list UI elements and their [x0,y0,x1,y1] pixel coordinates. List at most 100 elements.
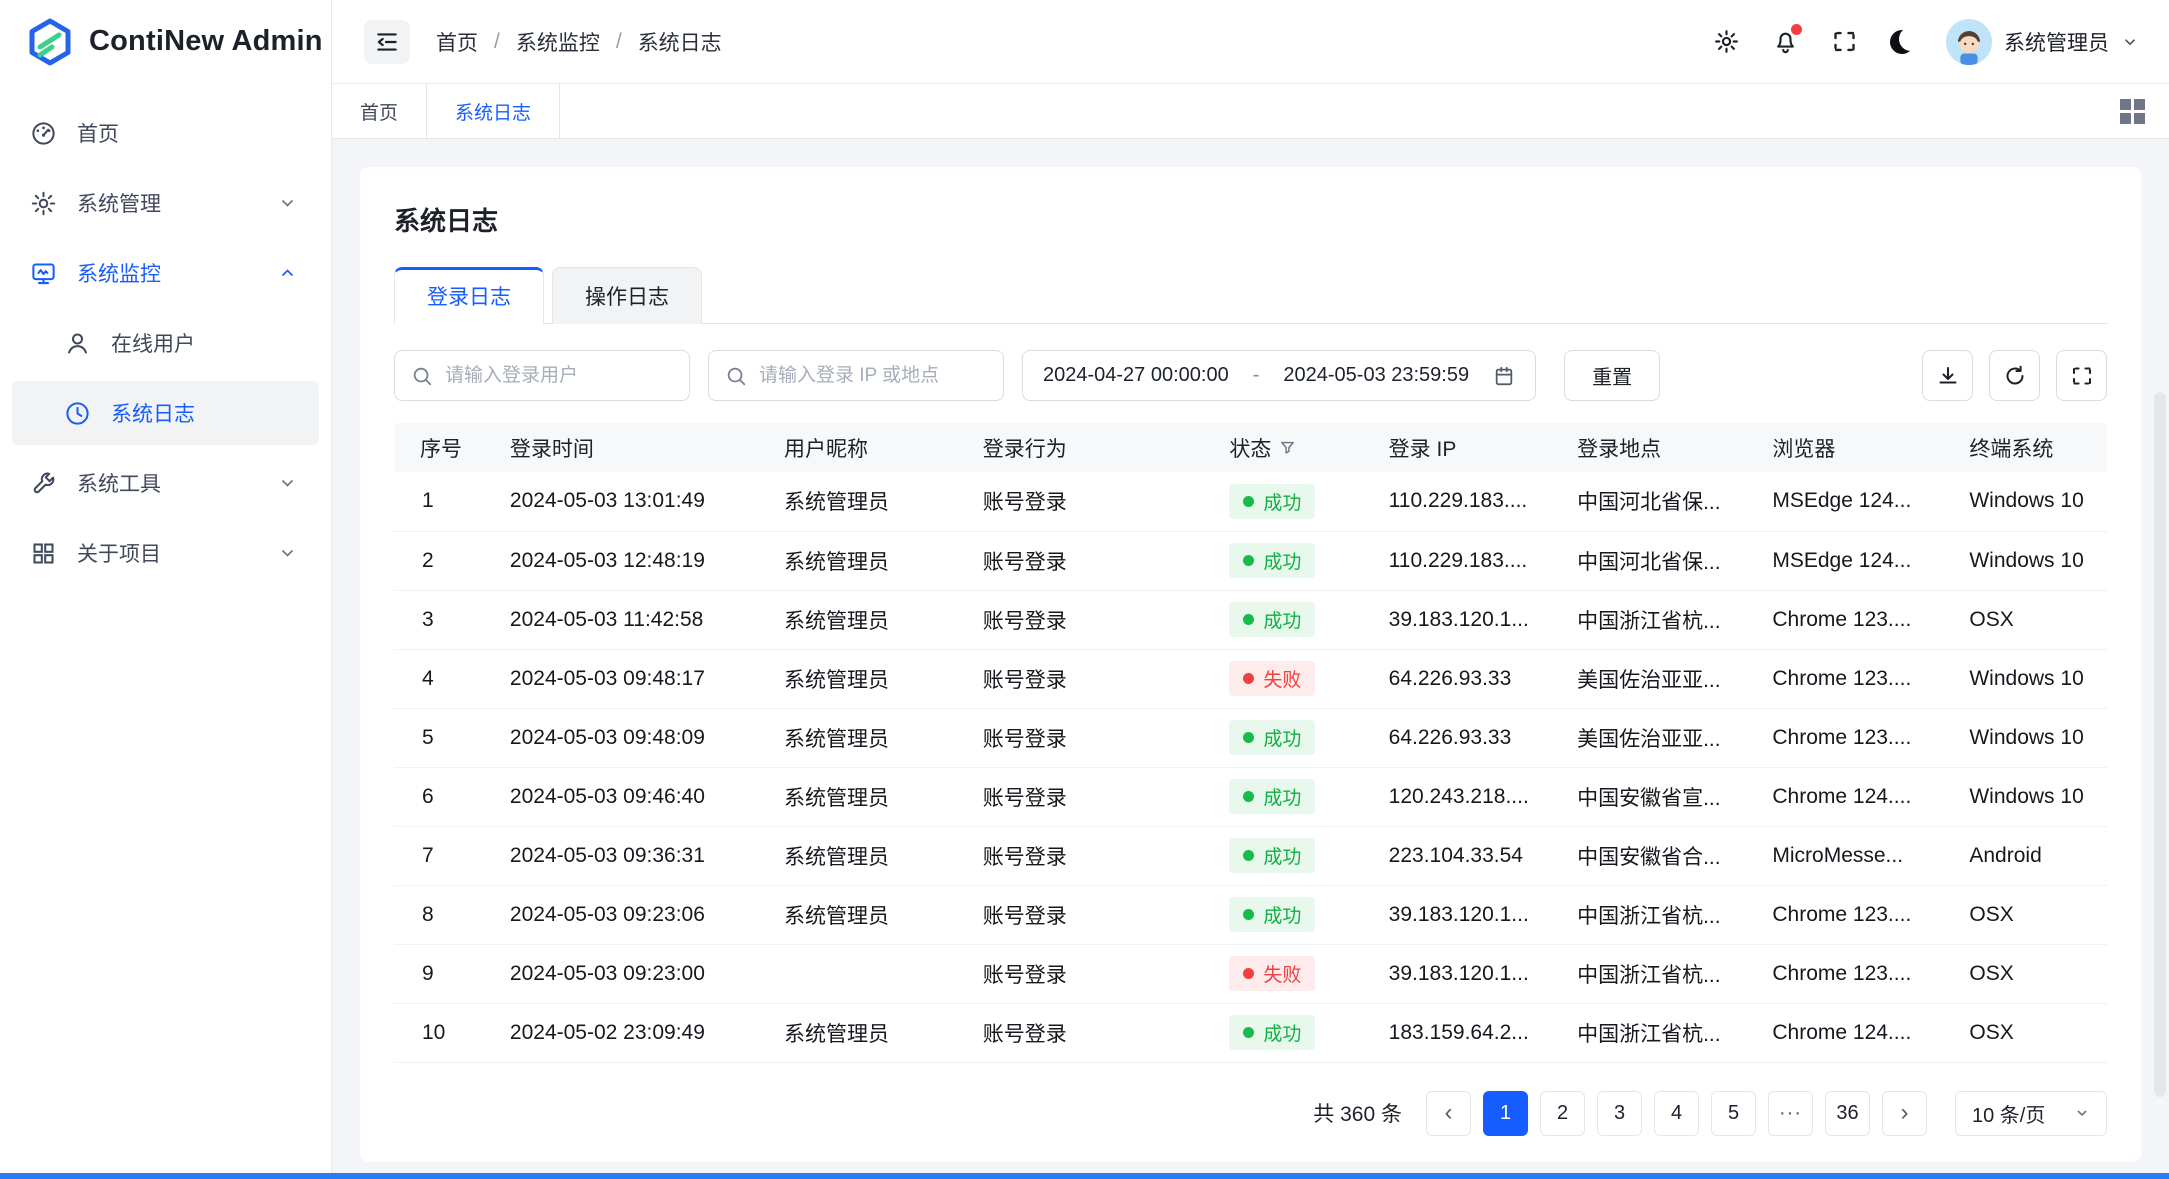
status-dot-icon [1243,968,1254,979]
login-ip-input[interactable] [759,365,987,387]
chevron-down-icon [2121,33,2139,51]
page-title: 系统日志 [394,201,2107,238]
search-icon [725,365,747,387]
login-user-search[interactable] [394,350,690,401]
status-badge: 成功 [1229,1015,1315,1050]
col-header-location: 登录地点 [1557,423,1752,472]
breadcrumb-separator: / [616,30,622,54]
view-tab-system-logs[interactable]: 系统日志 [427,84,560,138]
reset-button[interactable]: 重置 [1564,350,1660,401]
sidebar-item-label: 首页 [77,118,119,148]
status-badge: 失败 [1229,661,1315,696]
login-user-input[interactable] [445,365,673,387]
expand-button[interactable] [2056,350,2107,401]
table-row: 12024-05-03 13:01:49系统管理员账号登录 成功 110.229… [394,472,2107,531]
status-badge: 失败 [1229,956,1315,991]
dark-mode-toggle[interactable] [1890,30,1914,54]
table-row: 62024-05-03 09:46:40系统管理员账号登录 成功 120.243… [394,767,2107,826]
status-dot-icon [1243,1027,1254,1038]
login-logs-table: 序号 登录时间 用户昵称 登录行为 状态 [394,423,2107,1063]
logo-icon [26,18,74,66]
view-tab-home[interactable]: 首页 [332,84,427,138]
chevron-down-icon [274,543,301,563]
chevron-down-icon [274,473,301,493]
fullscreen-icon [1831,28,1858,55]
user-name: 系统管理员 [2004,27,2109,57]
page-button-4[interactable]: 4 [1654,1091,1699,1136]
app-title: ContiNew Admin [89,25,323,58]
search-icon [411,365,433,387]
login-ip-search[interactable] [708,350,1004,401]
tab-list-menu-button[interactable] [2096,84,2169,138]
sidebar-item-about-project[interactable]: 关于项目 [12,521,319,585]
chevron-up-icon [274,263,301,283]
status-dot-icon [1243,614,1254,625]
page-ellipsis-button[interactable]: ··· [1768,1091,1813,1136]
calendar-icon [1493,365,1515,387]
sidebar-menu: 首页 系统管理 系统监控 [0,83,331,585]
sidebar-item-label: 系统日志 [111,398,195,428]
sidebar-item-system-monitor[interactable]: 系统监控 [12,241,319,305]
refresh-icon [2003,364,2027,388]
main-area: 首页 / 系统监控 / 系统日志 [332,0,2169,1173]
table-row: 92024-05-03 09:23:00账号登录 失败 39.183.120.1… [394,944,2107,1003]
table-row: 42024-05-03 09:48:17系统管理员账号登录 失败 64.226.… [394,649,2107,708]
table-row: 52024-05-03 09:48:09系统管理员账号登录 成功 64.226.… [394,708,2107,767]
page-button-2[interactable]: 2 [1540,1091,1585,1136]
user-menu[interactable]: 系统管理员 [1946,19,2139,65]
avatar [1946,19,1992,65]
table-row: 32024-05-03 11:42:58系统管理员账号登录 成功 39.183.… [394,590,2107,649]
window-bottom-edge [0,1173,2169,1179]
breadcrumb-item[interactable]: 系统日志 [638,27,722,57]
content-area: 系统日志 登录日志 操作日志 [332,139,2169,1173]
sidebar-item-online-users[interactable]: 在线用户 [12,311,319,375]
table-row: 72024-05-03 09:36:31系统管理员账号登录 成功 223.104… [394,826,2107,885]
chevron-down-icon [2074,1105,2090,1121]
status-dot-icon [1243,496,1254,507]
table-row: 102024-05-02 23:09:49系统管理员账号登录 成功 183.15… [394,1003,2107,1062]
system-logs-card: 系统日志 登录日志 操作日志 [360,167,2141,1162]
menu-fold-icon [374,29,400,55]
tab-login-logs[interactable]: 登录日志 [394,267,544,324]
filter-icon[interactable] [1279,439,1296,456]
clock-icon [64,400,91,427]
next-page-button[interactable]: › [1882,1091,1927,1136]
scrollbar-thumb[interactable] [2154,392,2166,1097]
page-button-3[interactable]: 3 [1597,1091,1642,1136]
wrench-icon [30,470,57,497]
page-button-1[interactable]: 1 [1483,1091,1528,1136]
settings-button[interactable] [1713,28,1740,55]
fullscreen-button[interactable] [1831,28,1858,55]
log-type-tabs: 登录日志 操作日志 [394,266,2107,324]
prev-page-button[interactable]: ‹ [1426,1091,1471,1136]
expand-icon [2070,364,2094,388]
status-badge: 成功 [1229,484,1315,519]
page-button-36[interactable]: 36 [1825,1091,1870,1136]
app-window: ContiNew Admin 首页 系统管理 [0,0,2169,1173]
date-range-end: 2024-05-03 23:59:59 [1283,364,1469,387]
user-icon [64,330,91,357]
sidebar-collapse-button[interactable] [364,20,410,64]
breadcrumb-item[interactable]: 首页 [436,27,478,57]
sidebar-item-system-management[interactable]: 系统管理 [12,171,319,235]
filter-bar: 2024-04-27 00:00:00 - 2024-05-03 23:59:5… [394,350,2107,401]
date-range-picker[interactable]: 2024-04-27 00:00:00 - 2024-05-03 23:59:5… [1022,350,1536,401]
sidebar-item-label: 系统监控 [77,258,161,288]
sidebar-item-system-logs[interactable]: 系统日志 [12,381,319,445]
page-button-5[interactable]: 5 [1711,1091,1756,1136]
grid-menu-icon [2120,99,2145,124]
refresh-button[interactable] [1989,350,2040,401]
export-button[interactable] [1922,350,1973,401]
sidebar-item-label: 关于项目 [77,538,161,568]
topbar: 首页 / 系统监控 / 系统日志 [332,0,2169,83]
sidebar-item-home[interactable]: 首页 [12,101,319,165]
page-size-select[interactable]: 10 条/页 [1955,1091,2107,1136]
breadcrumb-item[interactable]: 系统监控 [516,27,600,57]
sidebar-item-system-tools[interactable]: 系统工具 [12,451,319,515]
sidebar-item-label: 在线用户 [111,328,195,358]
app-logo[interactable]: ContiNew Admin [0,0,331,83]
col-header-os: 终端系统 [1949,423,2107,472]
notifications-button[interactable] [1772,28,1799,55]
tab-operation-logs[interactable]: 操作日志 [552,267,702,324]
status-dot-icon [1243,850,1254,861]
